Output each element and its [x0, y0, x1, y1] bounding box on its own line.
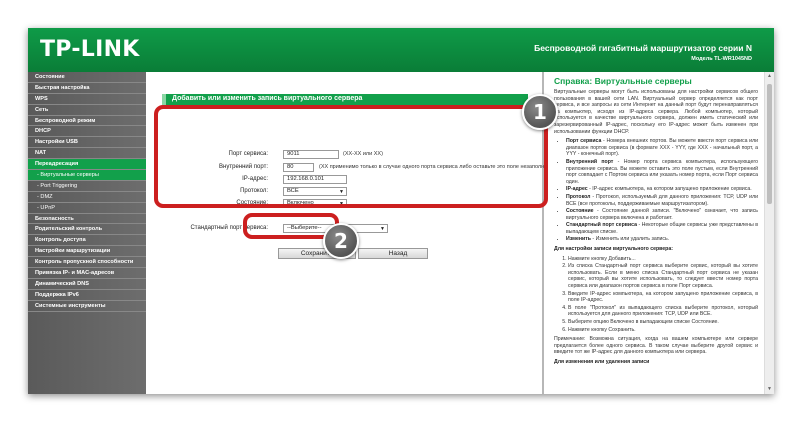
- help-term-text: - Протокол, используемый для данного при…: [566, 193, 758, 207]
- scroll-up-icon[interactable]: ▲: [766, 73, 773, 80]
- sidebar-item[interactable]: WPS: [28, 94, 146, 105]
- chevron-down-icon: ▼: [380, 226, 385, 232]
- section-title: Добавить или изменить запись виртуальног…: [172, 95, 363, 102]
- help-term-text: - Изменить или удалить запись.: [590, 236, 670, 243]
- header-bar: TP-LINK Беспроводной гигабитный маршрути…: [28, 28, 774, 72]
- sidebar-item[interactable]: - Port Triggering: [28, 181, 146, 192]
- help-term: IP-адрес: [566, 186, 588, 193]
- help-intro: Виртуальные серверы могут быть использов…: [554, 89, 758, 135]
- help-note: Примечание: Возможна ситуация, когда на …: [554, 336, 758, 356]
- sidebar-item[interactable]: Настройки маршрутизации: [28, 246, 146, 258]
- help-term: Состояние: [566, 208, 594, 215]
- step-badge-1: 1: [522, 94, 558, 130]
- help-step: Нажмите кнопку Сохранить.: [568, 327, 758, 334]
- sidebar-item[interactable]: Переадресация: [28, 159, 146, 171]
- sidebar-item[interactable]: Состояние: [28, 72, 146, 83]
- sidebar-item[interactable]: Беспроводной режим: [28, 116, 146, 127]
- help-edit-heading: Для изменения или удаления записи: [554, 358, 650, 365]
- scroll-thumb[interactable]: [767, 84, 772, 204]
- help-panel: Справка: Виртуальные серверы Виртуальные…: [546, 72, 764, 394]
- help-scrollbar[interactable]: ▲ ▼: [764, 72, 774, 394]
- help-term: Порт сервиса: [566, 138, 602, 145]
- help-term-item: IP-адрес - IP-адрес компьютера, на котор…: [566, 186, 758, 193]
- sidebar-item[interactable]: - Виртуальные серверы: [28, 170, 146, 181]
- sidebar-item[interactable]: Настройки USB: [28, 137, 146, 149]
- help-setup-heading: Для настройки записи виртуального сервер…: [554, 246, 673, 253]
- router-admin-window: TP-LINK Беспроводной гигабитный маршрути…: [28, 28, 774, 394]
- scroll-down-icon[interactable]: ▼: [766, 386, 773, 393]
- sidebar-item[interactable]: Контроль доступа: [28, 235, 146, 247]
- sidebar-item[interactable]: Безопасность: [28, 214, 146, 225]
- help-steps-list: Нажмите кнопку Добавить...Из списка Стан…: [568, 256, 758, 334]
- tp-link-logo: TP-LINK: [40, 37, 140, 62]
- sidebar-item[interactable]: NAT: [28, 148, 146, 160]
- help-term-item: Порт сервиса - Номера внешних портов. Вы…: [566, 138, 758, 158]
- section-header: Добавить или изменить запись виртуальног…: [162, 94, 528, 105]
- form-highlight-frame: [154, 105, 548, 208]
- help-title: Справка: Виртуальные серверы: [554, 76, 692, 86]
- sidebar-menu: Состояние Быстрая настройка WPS Сеть Беспров…: [28, 72, 146, 394]
- help-step: Нажмите кнопку Добавить...: [568, 256, 758, 263]
- help-term: Протокол: [566, 193, 591, 200]
- help-content: Виртуальные серверы могут быть использов…: [554, 89, 758, 369]
- help-term-list: Порт сервиса - Номера внешних портов. Вы…: [566, 138, 758, 243]
- help-term-text: - Состояние данной записи. "Включено" оз…: [566, 208, 758, 221]
- help-step: Из списка Стандартный порт сервиса выбер…: [568, 263, 758, 289]
- help-term-item: Внутренний порт - Номер порта сервиса ко…: [566, 159, 758, 185]
- sidebar-item[interactable]: Динамический DNS: [28, 279, 146, 290]
- help-term-item: Изменить - Изменить или удалить запись.: [566, 236, 758, 243]
- help-term: Стандартный порт сервиса: [566, 222, 637, 229]
- sidebar-item[interactable]: Привязка IP- и MAC-адресов: [28, 268, 146, 279]
- sidebar-item[interactable]: Системные инструменты: [28, 301, 146, 312]
- sidebar-item[interactable]: Быстрая настройка: [28, 83, 146, 94]
- sidebar-item[interactable]: Контроль пропускной способности: [28, 257, 146, 269]
- help-term-item: Протокол - Протокол, используемый для да…: [566, 194, 758, 207]
- product-title: Беспроводной гигабитный маршрутизатор се…: [534, 43, 752, 53]
- step-badge-2: 2: [323, 223, 359, 259]
- sidebar-item[interactable]: Родительский контроль: [28, 224, 146, 236]
- help-step: В поле "Протокол" из выпадающего списка …: [568, 305, 758, 318]
- help-term: Внутренний порт: [566, 158, 614, 165]
- product-model: Модель TL-WR1045ND: [691, 56, 752, 62]
- help-term: Изменить: [566, 236, 591, 243]
- help-step: Введите IP-адрес компьютера, на котором …: [568, 291, 758, 304]
- help-term-item: Стандартный порт сервиса - Некоторые общ…: [566, 222, 758, 235]
- sidebar-item[interactable]: Сеть: [28, 105, 146, 116]
- back-button[interactable]: Назад: [358, 248, 428, 259]
- help-term-item: Состояние - Состояние данной записи. "Вк…: [566, 208, 758, 221]
- help-step: Выберите опцию Включено в выпадающем спи…: [568, 319, 758, 326]
- help-term-text: - IP-адрес компьютера, на котором запуще…: [587, 186, 752, 193]
- sidebar-item[interactable]: - DMZ: [28, 192, 146, 203]
- sidebar-item[interactable]: - UPnP: [28, 203, 146, 214]
- sidebar-item[interactable]: Поддержка IPv6: [28, 290, 146, 301]
- sidebar-item[interactable]: DHCP: [28, 126, 146, 138]
